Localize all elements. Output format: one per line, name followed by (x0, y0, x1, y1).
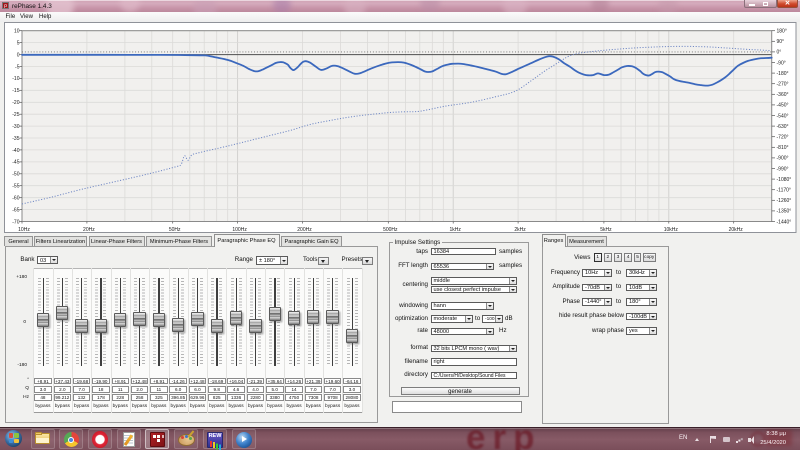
svg-text:-70: -70 (12, 219, 19, 225)
svg-text:5: 5 (17, 40, 20, 46)
svg-text:-60: -60 (12, 196, 19, 202)
svg-text:90°: 90° (777, 39, 785, 45)
svg-text:20kHz: 20kHz (729, 227, 744, 233)
svg-text:180°: 180° (777, 29, 787, 35)
svg-text:-5: -5 (15, 64, 20, 70)
svg-text:50Hz: 50Hz (169, 227, 181, 233)
svg-text:20Hz: 20Hz (83, 227, 95, 233)
svg-text:100Hz: 100Hz (232, 227, 247, 233)
svg-text:200Hz: 200Hz (297, 227, 312, 233)
svg-text:0°: 0° (777, 50, 782, 56)
svg-text:10: 10 (14, 29, 20, 35)
svg-text:-810°: -810° (777, 145, 789, 151)
svg-text:-1440°: -1440° (777, 219, 792, 225)
svg-text:500Hz: 500Hz (383, 227, 398, 233)
svg-text:-40: -40 (12, 148, 19, 154)
svg-text:5kHz: 5kHz (600, 227, 612, 233)
svg-text:-270°: -270° (777, 82, 789, 88)
svg-text:1kHz: 1kHz (449, 227, 461, 233)
svg-text:-1260°: -1260° (777, 198, 792, 204)
svg-text:2kHz: 2kHz (514, 227, 526, 233)
svg-text:-630°: -630° (777, 124, 789, 130)
svg-text:-45: -45 (12, 160, 19, 166)
svg-text:-540°: -540° (777, 113, 789, 119)
svg-text:-90°: -90° (777, 60, 786, 66)
svg-text:10kHz: 10kHz (664, 227, 679, 233)
svg-text:-1170°: -1170° (777, 188, 791, 194)
svg-text:-25: -25 (12, 112, 19, 118)
svg-text:10Hz: 10Hz (18, 227, 30, 233)
svg-text:-360°: -360° (777, 92, 789, 98)
svg-text:-50: -50 (12, 172, 19, 178)
svg-text:0: 0 (17, 52, 20, 58)
svg-text:-1080°: -1080° (777, 177, 792, 183)
svg-text:-900°: -900° (777, 156, 789, 162)
svg-text:-65: -65 (12, 207, 19, 213)
svg-text:-180°: -180° (777, 71, 789, 77)
svg-text:-450°: -450° (777, 103, 789, 109)
svg-text:-15: -15 (12, 88, 19, 94)
svg-text:-20: -20 (12, 100, 19, 106)
svg-text:-35: -35 (12, 136, 19, 142)
svg-text:-720°: -720° (777, 135, 789, 141)
svg-text:-30: -30 (12, 124, 19, 130)
svg-text:-990°: -990° (777, 166, 789, 172)
svg-text:-10: -10 (12, 76, 19, 82)
svg-text:-55: -55 (12, 184, 19, 190)
svg-text:-1350°: -1350° (777, 209, 792, 215)
